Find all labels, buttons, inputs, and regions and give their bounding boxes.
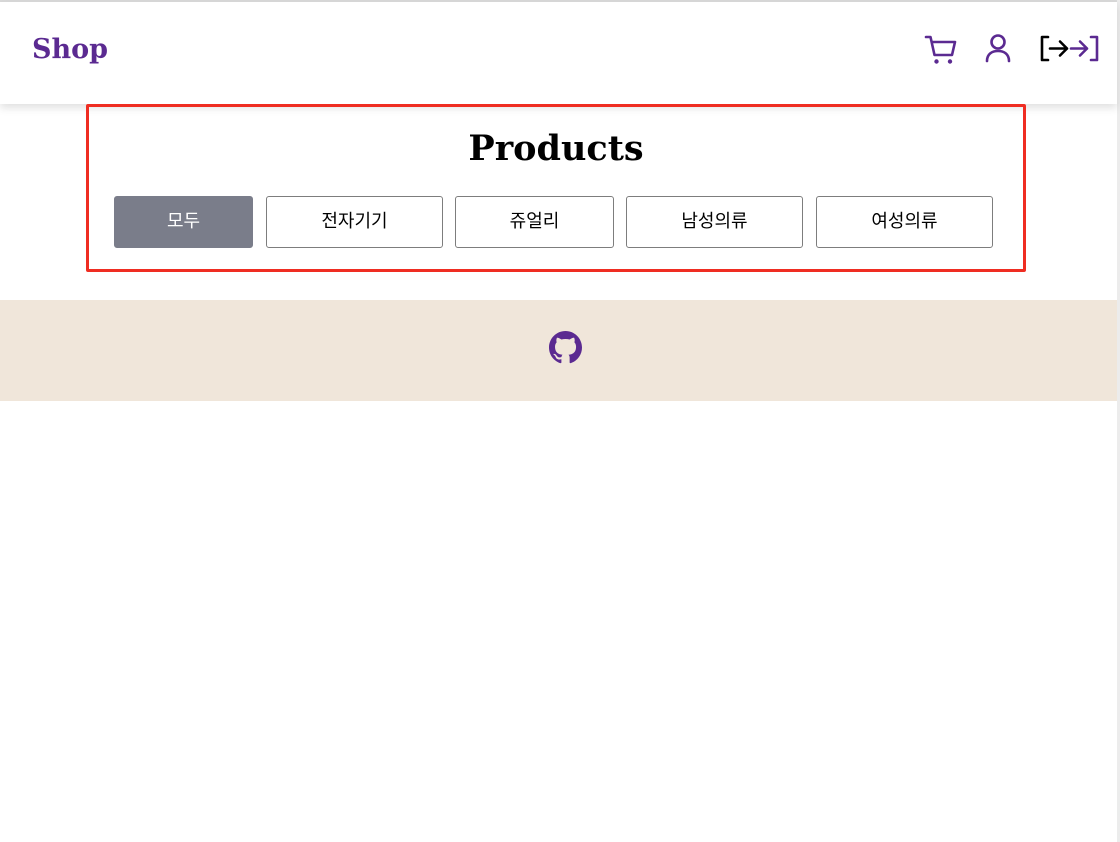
filter-womens-clothing-button[interactable]: 여성의류	[816, 196, 993, 248]
user-icon	[985, 34, 1011, 63]
brand-link[interactable]: Shop	[32, 36, 108, 63]
login-button[interactable]	[1038, 32, 1102, 66]
filter-jewelry-button[interactable]: 쥬얼리	[455, 196, 614, 248]
cart-icon	[924, 35, 957, 64]
page: Shop Products 모두 전자기기 쥬얼리 남성의류 여성의류	[0, 0, 1120, 842]
filter-electronics-button[interactable]: 전자기기	[266, 196, 443, 248]
filter-mens-clothing-button[interactable]: 남성의류	[626, 196, 803, 248]
page-title: Products	[468, 128, 644, 169]
login-icon	[1040, 35, 1099, 62]
cart-button[interactable]	[924, 32, 958, 66]
user-button[interactable]	[983, 32, 1013, 66]
products-section: Products 모두 전자기기 쥬얼리 남성의류 여성의류	[86, 104, 1026, 272]
filter-all-button[interactable]: 모두	[114, 196, 253, 248]
site-header: Shop	[0, 2, 1117, 104]
github-icon	[549, 331, 582, 364]
github-link[interactable]	[549, 331, 582, 364]
site-footer	[0, 300, 1117, 401]
